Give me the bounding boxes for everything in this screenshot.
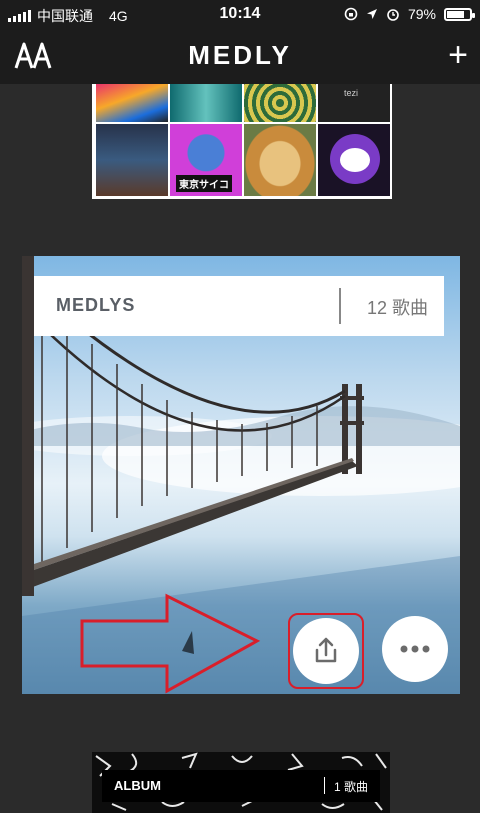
- nav-bar: MEDLY +: [0, 28, 480, 84]
- playlist-name: MEDLYS: [56, 295, 136, 315]
- playlist-collage-card[interactable]: tezi 東京サイコ: [92, 84, 392, 199]
- collage-tile: [96, 84, 168, 122]
- song-count: 12 歌曲: [366, 298, 428, 318]
- location-icon: [366, 9, 377, 19]
- collage-tile: [244, 124, 316, 196]
- tile-text: tezi: [344, 88, 359, 98]
- tile-label: 東京サイコ: [176, 175, 232, 192]
- status-right: 79%: [344, 6, 475, 22]
- status-bar: 中国联通 4G 10:14 79%: [0, 0, 480, 28]
- more-icon: [400, 645, 430, 653]
- plus-icon[interactable]: +: [448, 38, 468, 72]
- alarm-icon: [387, 9, 399, 21]
- album-name: ALBUM: [114, 778, 161, 793]
- collage-tile: [96, 124, 168, 196]
- page-title: MEDLY: [188, 40, 292, 70]
- battery-percent: 79%: [407, 6, 436, 22]
- collage-tile: [170, 84, 242, 122]
- share-highlight: [288, 613, 364, 689]
- collage-tile: 東京サイコ: [170, 124, 242, 196]
- avatar-face: [340, 148, 370, 172]
- more-button[interactable]: [382, 616, 448, 682]
- album-info-bar: ALBUM 1 歌曲: [102, 770, 380, 802]
- collage-tile: [318, 124, 390, 196]
- collage-tile: [244, 84, 316, 122]
- album-song-count: 1 歌曲: [333, 780, 368, 794]
- lock-rotation-icon: [344, 7, 358, 21]
- playlist-card[interactable]: MEDLYS 12 歌曲: [22, 256, 460, 694]
- battery-icon: [444, 7, 475, 21]
- divider: [324, 777, 325, 794]
- album-card[interactable]: ALBUM 1 歌曲: [92, 752, 390, 813]
- playlist-info-bar: MEDLYS 12 歌曲: [34, 276, 444, 336]
- divider: [339, 288, 341, 324]
- collage-tile: tezi: [318, 84, 390, 122]
